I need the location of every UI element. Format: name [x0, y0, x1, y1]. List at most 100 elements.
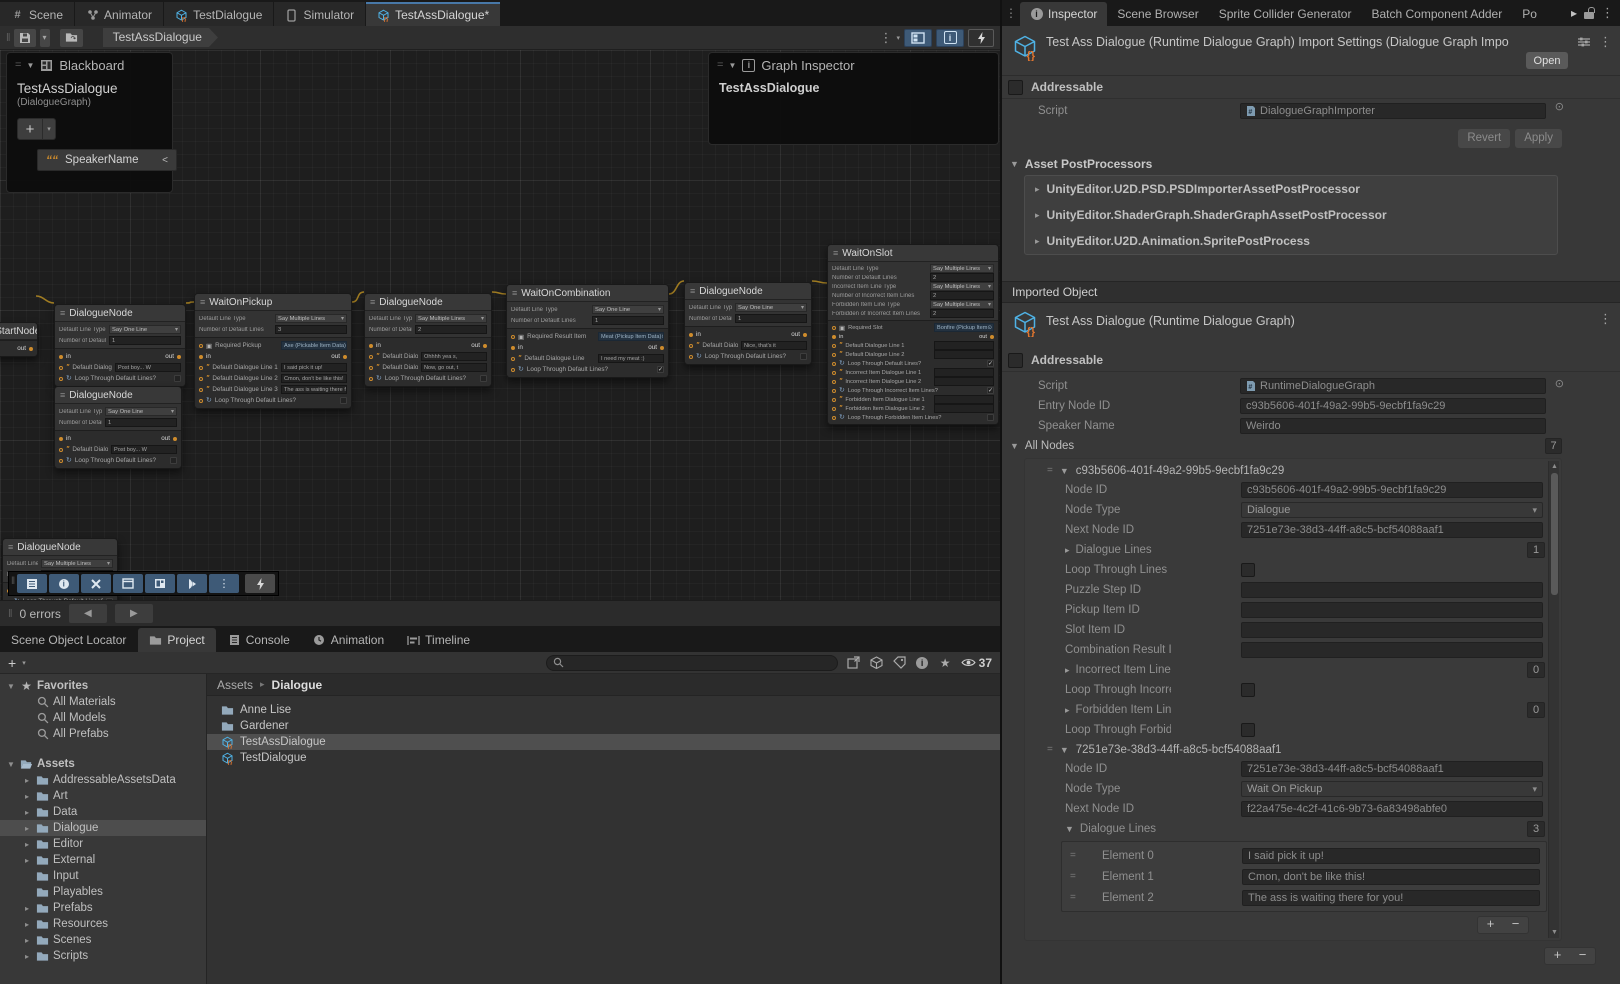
node-title-bar[interactable]: ≡WaitOnPickup — [195, 294, 351, 311]
more-toggle-button[interactable]: ⋮ — [209, 574, 239, 593]
open-in-search-window-icon[interactable] — [846, 656, 861, 670]
line-port[interactable] — [369, 366, 373, 370]
line-port[interactable] — [689, 355, 693, 359]
tree-arrow-icon[interactable]: ▸ — [22, 856, 32, 865]
array-size-field[interactable]: 0 — [1527, 702, 1545, 718]
loop-checkbox[interactable] — [174, 375, 181, 382]
row-checkbox[interactable] — [1241, 563, 1255, 577]
graph-edge[interactable] — [36, 296, 54, 303]
line-field[interactable]: Post boy... W — [111, 445, 177, 454]
add-element-button[interactable]: + — [1478, 917, 1503, 933]
sidebar-item-assets[interactable]: ▼Assets — [0, 756, 206, 772]
out-port[interactable] — [173, 437, 177, 441]
window-toggle-button[interactable] — [113, 574, 143, 593]
graph-edge[interactable] — [186, 302, 194, 303]
previous-error-button[interactable]: ◀ — [69, 604, 107, 623]
graph-edge[interactable] — [812, 281, 827, 283]
search-by-label-icon[interactable] — [892, 656, 907, 670]
debug-toggle-button[interactable] — [245, 574, 275, 593]
node-title-bar[interactable]: ≡DialogueNode — [3, 539, 117, 556]
drag-handle-icon[interactable]: = — [1047, 744, 1053, 755]
tree-arrow-icon[interactable]: ▸ — [22, 904, 32, 913]
line-port[interactable] — [832, 389, 836, 393]
tabbar-kebab-icon[interactable]: ⋮ — [1601, 5, 1614, 21]
playback-toggle-button[interactable] — [177, 574, 207, 593]
property-dropdown[interactable]: Say One Line — [592, 305, 664, 314]
property-field[interactable]: 2 — [930, 291, 994, 300]
next-error-button[interactable]: ▶ — [115, 604, 153, 623]
in-port[interactable] — [832, 335, 836, 339]
out-port[interactable] — [660, 346, 664, 350]
graph-node-dialoguenode[interactable]: ≡DialogueNodeDefault Line TypeSay One Li… — [54, 304, 186, 387]
row-field[interactable] — [1241, 622, 1543, 638]
out-port[interactable] — [343, 355, 347, 359]
property-field[interactable]: 2 — [930, 309, 994, 318]
object-picker-icon[interactable]: ⊙ — [1555, 377, 1564, 390]
in-port[interactable] — [511, 346, 515, 350]
remove-node-button[interactable]: − — [1570, 948, 1595, 964]
node-title-bar[interactable]: ≡WaitOnSlot — [828, 245, 998, 262]
node-title-bar[interactable]: ≡WaitOnCombination — [507, 285, 668, 302]
line-field[interactable] — [934, 350, 994, 359]
foldout-open-icon[interactable]: ▼ — [1060, 745, 1069, 755]
row-field[interactable]: 7251e73e-38d3-44ff-a8c5-bcf54088aaf1 — [1241, 761, 1543, 777]
foldout-closed-icon[interactable]: ▸ — [1035, 184, 1040, 195]
line-field[interactable]: The ass is waiting there for — [281, 385, 347, 394]
line-field[interactable] — [934, 404, 994, 413]
presets-icon[interactable] — [1577, 36, 1591, 48]
tab-batch-component-adder[interactable]: Batch Component Adder — [1361, 2, 1512, 26]
add-node-button[interactable]: + — [1545, 948, 1570, 964]
create-asset-button[interactable]: + — [8, 656, 16, 670]
tab-scene-object-locator[interactable]: Scene Object Locator — [0, 628, 137, 652]
graph-edge[interactable] — [352, 292, 364, 302]
graph-options-dropdown[interactable]: ▾ — [896, 34, 900, 42]
line-port[interactable] — [7, 600, 11, 601]
tab-scene-browser[interactable]: Scene Browser — [1107, 2, 1208, 26]
drag-handle-icon[interactable]: = — [1047, 465, 1053, 476]
property-field[interactable]: 1 — [109, 336, 181, 345]
in-port[interactable] — [59, 437, 63, 441]
tree-arrow-icon[interactable]: ▸ — [22, 952, 32, 961]
graph-options-kebab-icon[interactable]: ⋮ — [879, 30, 892, 46]
search-by-type-icon[interactable] — [869, 656, 884, 670]
line-port[interactable] — [59, 377, 63, 381]
add-variable-button[interactable]: + — [17, 118, 43, 140]
tab-inspector[interactable]: iInspector — [1020, 2, 1107, 26]
add-variable-dropdown[interactable]: ▾ — [43, 118, 56, 140]
object-field[interactable]: Meat (Pickup Item Data)⊙ — [598, 332, 664, 341]
all-nodes-row[interactable]: ▼ All Nodes 7 — [1002, 436, 1620, 456]
graph-node-dialoguenode[interactable]: ≡DialogueNodeDefault Line TypeSay Multip… — [364, 293, 492, 387]
node-collapse-icon[interactable]: ≡ — [512, 288, 517, 298]
line-port[interactable] — [199, 366, 203, 370]
line-port[interactable] — [199, 388, 203, 392]
tree-arrow-icon[interactable]: ▸ — [22, 776, 32, 785]
in-port[interactable] — [199, 355, 203, 359]
addressable-checkbox[interactable] — [1008, 353, 1023, 368]
property-dropdown[interactable]: Say One Line — [105, 407, 177, 416]
object-picker-icon[interactable]: ⊙ — [1555, 100, 1564, 113]
property-dropdown[interactable]: Say One Line — [109, 325, 181, 334]
node-collapse-icon[interactable]: ≡ — [8, 542, 13, 552]
node-collapse-icon[interactable]: ≡ — [370, 297, 375, 307]
line-port[interactable] — [832, 344, 836, 348]
sidebar-item-art[interactable]: ▸Art — [0, 788, 206, 804]
apply-button[interactable]: Apply — [1515, 129, 1562, 148]
row-object-field[interactable]: #RuntimeDialogueGraph — [1240, 378, 1546, 394]
object-picker-icon[interactable]: ⊙ — [661, 333, 664, 340]
line-port[interactable] — [511, 368, 515, 372]
sidebar-item-external[interactable]: ▸External — [0, 852, 206, 868]
variable-expander-icon[interactable]: < — [162, 155, 168, 166]
row-checkbox[interactable] — [1241, 683, 1255, 697]
tree-arrow-icon[interactable]: ▼ — [6, 760, 16, 769]
blackboard-foldout-icon[interactable]: ▼ — [26, 61, 34, 70]
sidebar-item-favorites[interactable]: ▼★Favorites — [0, 678, 206, 694]
tree-arrow-icon[interactable]: ▸ — [22, 920, 32, 929]
scroll-down-icon[interactable]: ▼ — [1550, 929, 1559, 936]
tab-scene[interactable]: #Scene — [0, 2, 74, 26]
tools-toggle-button[interactable] — [81, 574, 111, 593]
sidebar-item-resources[interactable]: ▸Resources — [0, 916, 206, 932]
sidebar-item-scripts[interactable]: ▸Scripts — [0, 948, 206, 964]
line-port[interactable] — [832, 371, 836, 375]
info-icon[interactable]: i — [915, 656, 930, 670]
line-port[interactable] — [832, 326, 836, 330]
